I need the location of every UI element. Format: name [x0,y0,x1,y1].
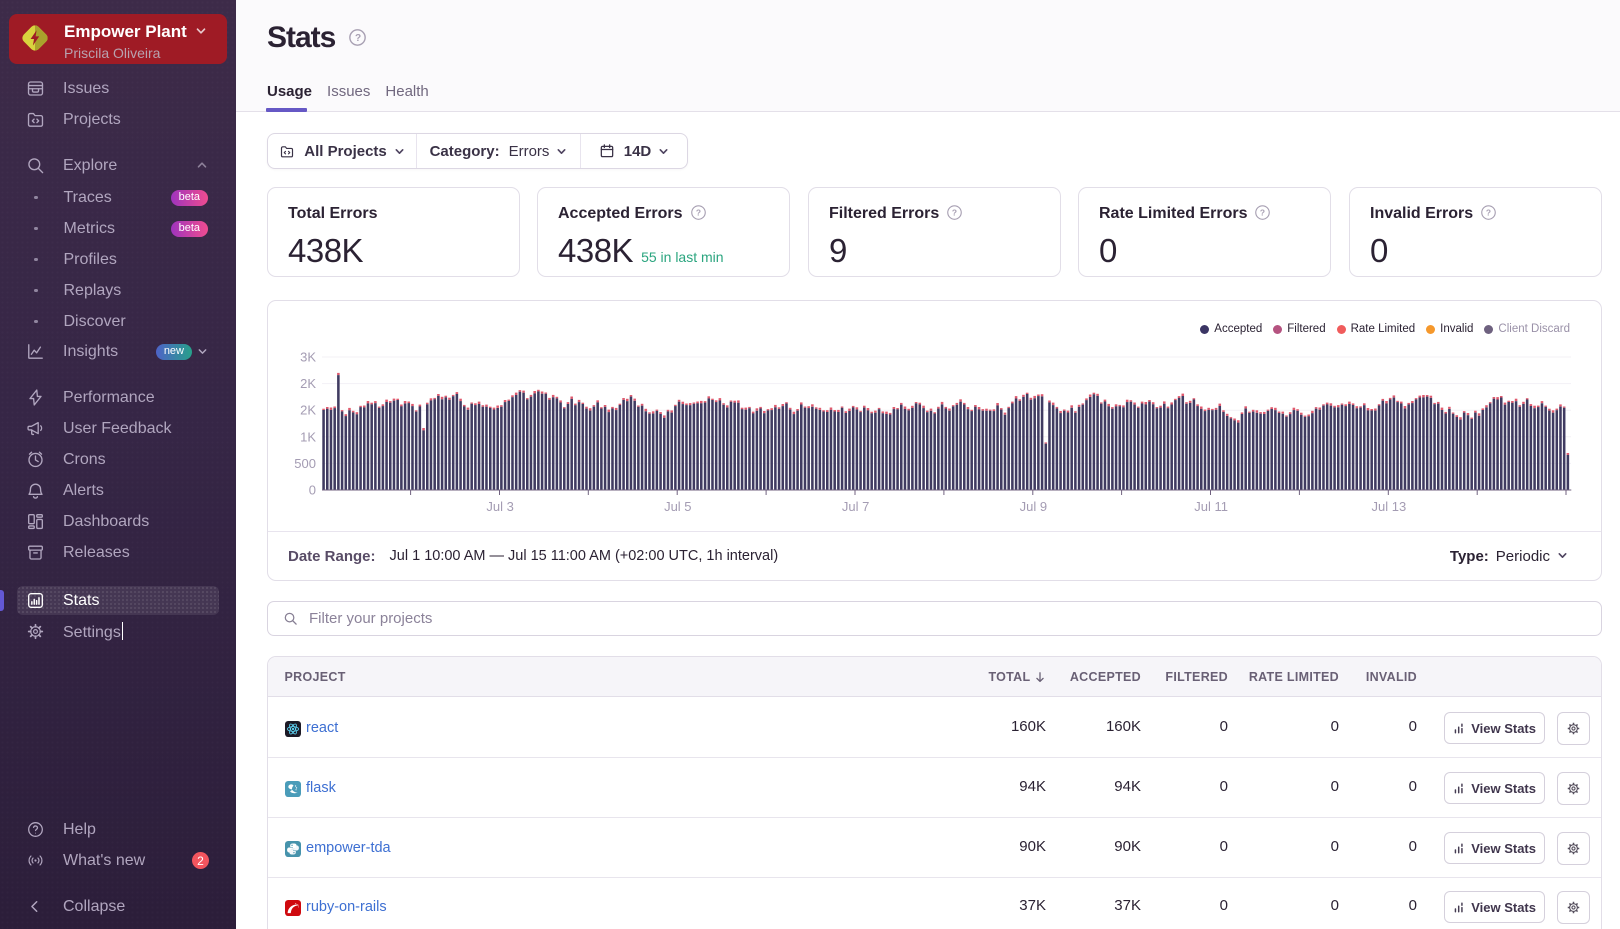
svg-text:?: ? [355,33,361,44]
svg-text:Jul 11: Jul 11 [1194,499,1228,514]
svg-text:0: 0 [309,483,316,498]
svg-text:Jul 5: Jul 5 [664,499,691,514]
svg-text:3K: 3K [300,350,316,365]
svg-text:2K: 2K [300,403,316,418]
svg-text:?: ? [952,207,957,217]
svg-text:Jul 3: Jul 3 [486,499,513,514]
svg-text:2K: 2K [300,376,316,391]
svg-text:Jul 13: Jul 13 [1372,499,1407,514]
svg-text:?: ? [1260,207,1265,217]
svg-text:1K: 1K [300,429,316,444]
svg-text:?: ? [695,207,700,217]
svg-text:500: 500 [294,456,316,471]
svg-text:?: ? [1486,207,1491,217]
svg-text:Jul 9: Jul 9 [1020,499,1047,514]
svg-text:Jul 7: Jul 7 [842,499,869,514]
